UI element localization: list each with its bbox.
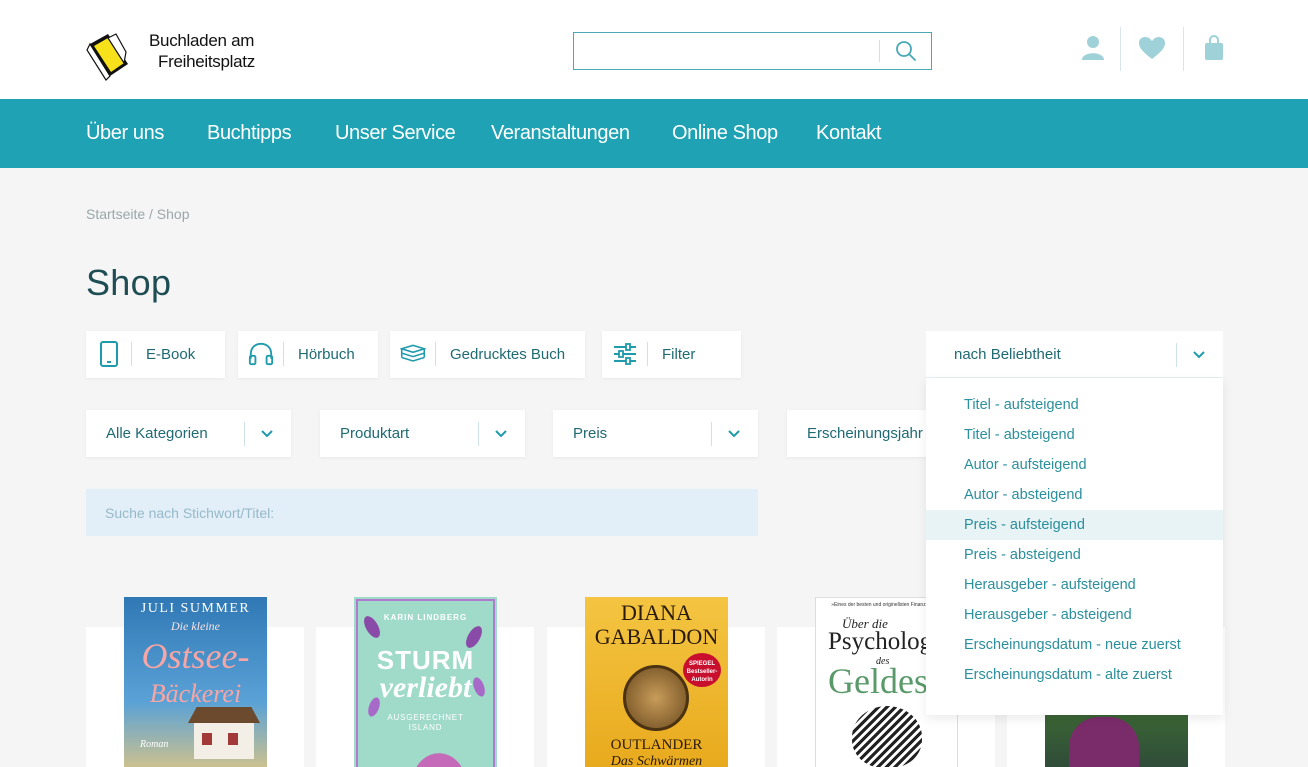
- sort-option-titel-desc[interactable]: Titel - absteigend: [926, 420, 1223, 450]
- format-button-gedrucktes-buch[interactable]: Gedrucktes Buch: [390, 331, 585, 378]
- format-button-label: Hörbuch: [298, 346, 355, 363]
- book-subtitle: Das Schwärmen: [610, 754, 703, 767]
- user-icon: [1082, 36, 1104, 60]
- nav-item-unser-service[interactable]: Unser Service: [335, 99, 456, 168]
- nav-item-buchtipps[interactable]: Buchtipps: [207, 99, 292, 168]
- sort-option-autor-asc[interactable]: Autor - aufsteigend: [926, 450, 1223, 480]
- brain-illustration: [852, 706, 922, 767]
- format-button-label: Gedrucktes Buch: [450, 346, 566, 363]
- book-title: Geldes: [828, 661, 928, 701]
- main-navigation: Über uns Buchtipps Unser Service Veranst…: [0, 99, 1308, 168]
- search-divider: [879, 40, 880, 62]
- sort-option-herausgeber-asc[interactable]: Herausgeber - aufsteigend: [926, 570, 1223, 600]
- book-cover-sturm-verliebt[interactable]: KARIN LINDBERG STURM verliebt AUSGERECHN…: [354, 597, 497, 767]
- select-label: Preis: [573, 425, 608, 442]
- product-type-select[interactable]: Produktart: [320, 410, 525, 457]
- breadcrumb[interactable]: Startseite / Shop: [86, 206, 190, 222]
- logo-line-1: Buchladen am: [149, 31, 255, 50]
- book-title: Ostsee-: [141, 636, 250, 676]
- sort-option-autor-desc[interactable]: Autor - absteigend: [926, 480, 1223, 510]
- nav-item-online-shop[interactable]: Online Shop: [672, 99, 778, 168]
- select-label: Produktart: [340, 425, 410, 442]
- search-icon: [896, 41, 916, 61]
- chevron-down-icon: [495, 430, 507, 438]
- book-title: Bäckerei: [149, 679, 242, 708]
- search-button[interactable]: [886, 37, 926, 65]
- bestseller-badge: SPIEGEL Bestseller-Autorin: [683, 653, 721, 687]
- chevron-down-icon: [261, 430, 273, 438]
- heart-icon: [1139, 37, 1165, 59]
- select-label: Erscheinungsjahr: [807, 425, 923, 442]
- medallion-illustration: [623, 665, 689, 731]
- filter-button-label: Filter: [662, 346, 696, 363]
- book-subtitle: Die kleine: [171, 619, 220, 633]
- sort-select[interactable]: nach Beliebtheit: [926, 331, 1223, 378]
- book-genre: Roman: [140, 739, 169, 750]
- sort-options-list: Titel - aufsteigend Titel - absteigend A…: [926, 378, 1223, 715]
- sort-option-datum-alt[interactable]: Erscheinungsdatum - alte zuerst: [926, 660, 1223, 690]
- page-title: Shop: [86, 262, 172, 303]
- header-search: [573, 32, 932, 70]
- sort-option-preis-desc[interactable]: Preis - absteigend: [926, 540, 1223, 570]
- house-illustration: [188, 707, 260, 759]
- site-header: Buchladen am Freiheitsplatz: [0, 0, 1308, 99]
- headphones-icon: [248, 341, 274, 367]
- sort-option-herausgeber-desc[interactable]: Herausgeber - absteigend: [926, 600, 1223, 630]
- chevron-down-icon: [728, 430, 740, 438]
- format-button-hoerbuch[interactable]: Hörbuch: [238, 331, 378, 378]
- nav-item-veranstaltungen[interactable]: Veranstaltungen: [491, 99, 630, 168]
- book-cover-outlander[interactable]: DIANA GABALDON SPIEGEL Bestseller-Autori…: [585, 597, 728, 767]
- logo-book-icon: [86, 33, 128, 81]
- format-button-ebook[interactable]: E-Book: [86, 331, 225, 378]
- sort-select-label: nach Beliebtheit: [954, 346, 1061, 363]
- wishlist-button[interactable]: [1134, 30, 1170, 66]
- cart-button[interactable]: [1196, 30, 1232, 66]
- logo-line-2: Freiheitsplatz: [158, 52, 255, 71]
- keyword-search-input[interactable]: [86, 489, 758, 536]
- sort-option-titel-asc[interactable]: Titel - aufsteigend: [926, 390, 1223, 420]
- sort-option-datum-neu[interactable]: Erscheinungsdatum - neue zuerst: [926, 630, 1223, 660]
- books-stack-icon: [400, 341, 426, 367]
- category-select[interactable]: Alle Kategorien: [86, 410, 291, 457]
- header-divider: [1120, 27, 1121, 71]
- book-author: JULI SUMMER: [140, 601, 251, 616]
- nav-item-kontakt[interactable]: Kontakt: [816, 99, 881, 168]
- book-title: OUTLANDER: [610, 737, 703, 753]
- shopping-bag-icon: [1205, 35, 1223, 60]
- tablet-icon: [96, 341, 122, 367]
- header-divider: [1183, 27, 1184, 71]
- chevron-down-icon: [1193, 351, 1205, 359]
- filter-button[interactable]: Filter: [602, 331, 741, 378]
- book-title: Psycholog: [828, 628, 933, 655]
- book-cover-ostsee-baeckerei[interactable]: JULI SUMMER Die kleine Ostsee- Bäckerei …: [124, 597, 267, 767]
- book-author: DIANA GABALDON: [594, 600, 719, 649]
- account-button[interactable]: [1075, 30, 1111, 66]
- header-search-input[interactable]: [574, 33, 878, 69]
- format-button-label: E-Book: [146, 346, 196, 363]
- leaves-decoration: [364, 616, 485, 767]
- select-label: Alle Kategorien: [106, 425, 208, 442]
- sort-option-preis-asc[interactable]: Preis - aufsteigend: [926, 510, 1223, 540]
- logo[interactable]: Buchladen am Freiheitsplatz: [86, 26, 256, 86]
- sliders-icon: [612, 341, 638, 367]
- nav-item-ueber-uns[interactable]: Über uns: [86, 99, 164, 168]
- price-select[interactable]: Preis: [553, 410, 758, 457]
